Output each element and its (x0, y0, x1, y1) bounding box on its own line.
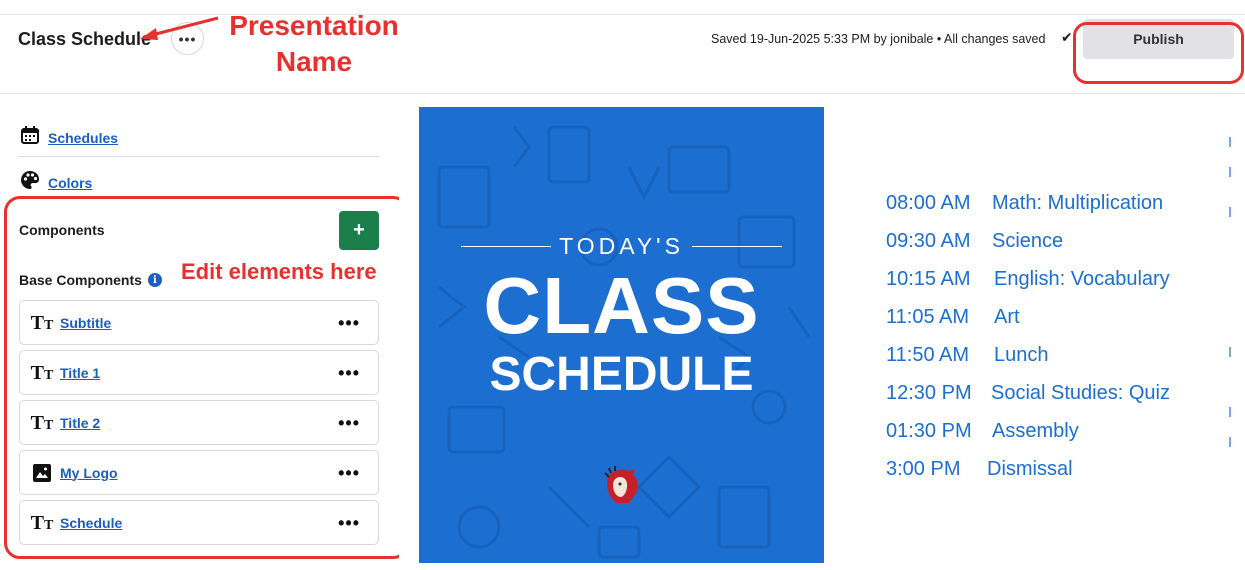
component-row-subtitle[interactable]: TT Subtitle ••• (19, 300, 379, 345)
component-label[interactable]: Title 1 (60, 365, 100, 381)
subtitle-rule-right (692, 246, 782, 247)
component-label[interactable]: My Logo (60, 465, 118, 481)
schedule-time: 11:05 AM (886, 306, 970, 328)
schedule-time: 3:00 PM (886, 458, 961, 480)
text-icon: TT (30, 361, 54, 384)
schedule-time: 09:30 AM (886, 230, 971, 252)
base-components-title: Base Components i (19, 272, 162, 288)
annotation-arrow (140, 16, 219, 40)
text-icon: TT (30, 511, 54, 534)
sidebar-item-colors[interactable]: Colors (20, 170, 92, 195)
text-icon: TT (30, 311, 54, 334)
schedule-item: Lunch (994, 344, 1049, 366)
schedule-time: 01:30 PM (886, 420, 972, 442)
sidebar-item-label[interactable]: Schedules (48, 130, 118, 146)
schedule-time: 11:50 AM (886, 344, 970, 366)
component-menu-button[interactable]: ••• (338, 413, 360, 434)
sidebar-divider (18, 156, 379, 157)
logo-image[interactable] (599, 463, 643, 507)
saved-status: Saved 19-Jun-2025 5:33 PM by jonibale • … (711, 32, 1046, 46)
schedule-row[interactable]: 10:15 AM English: Vocabulary (886, 268, 1170, 291)
schedule-time: 10:15 AM (886, 268, 971, 290)
next-slide-edge (1229, 107, 1245, 563)
schedule-row[interactable]: 01:30 PM Assembly (886, 420, 1079, 443)
schedule-item: Dismissal (987, 458, 1073, 480)
schedule-item: Math: Multiplication (992, 192, 1164, 214)
sidebar-item-schedules[interactable]: Schedules (20, 125, 118, 150)
schedule-time: 12:30 PM (886, 382, 972, 404)
component-label[interactable]: Subtitle (60, 315, 111, 331)
sidebar-item-label[interactable]: Colors (48, 175, 92, 191)
schedule-time: 08:00 AM (886, 192, 971, 214)
publish-highlight-ring (1073, 22, 1244, 84)
base-components-label: Base Components (19, 272, 142, 288)
component-menu-button[interactable]: ••• (338, 313, 360, 334)
component-menu-button[interactable]: ••• (338, 463, 360, 484)
schedule-row[interactable]: 3:00 PM Dismissal (886, 458, 1073, 481)
component-label[interactable]: Schedule (60, 515, 122, 531)
palette-icon (20, 170, 40, 195)
component-row-title-1[interactable]: TT Title 1 ••• (19, 350, 379, 395)
schedule-item: Art (994, 306, 1020, 328)
schedule-row[interactable]: 12:30 PM Social Studies: Quiz (886, 382, 1170, 405)
components-title: Components (19, 222, 105, 238)
schedule-item: Social Studies: Quiz (991, 382, 1170, 404)
annotation-presentation-name: Presentation Name (229, 10, 399, 77)
image-icon (31, 463, 53, 482)
check-icon: ✔ (1061, 29, 1073, 45)
annotation-edit-elements: Edit elements here (181, 259, 377, 284)
schedule-row[interactable]: 11:50 AM Lunch (886, 344, 1049, 367)
calendar-icon (20, 125, 40, 150)
component-row-title-2[interactable]: TT Title 2 ••• (19, 400, 379, 445)
add-component-button[interactable]: + (339, 211, 379, 250)
schedule-row[interactable]: 08:00 AM Math: Multiplication (886, 192, 1163, 215)
component-menu-button[interactable]: ••• (338, 363, 360, 384)
schedule-row[interactable]: 09:30 AM Science (886, 230, 1063, 253)
schedule-row[interactable]: 11:05 AM Art (886, 306, 1020, 329)
slide-title-panel[interactable]: TODAY'S CLASS SCHEDULE (419, 107, 824, 563)
component-row-schedule[interactable]: TT Schedule ••• (19, 500, 379, 545)
component-label[interactable]: Title 2 (60, 415, 100, 431)
info-icon[interactable]: i (147, 273, 162, 287)
schedule-item: English: Vocabulary (994, 268, 1170, 290)
schedule-item: Assembly (992, 420, 1079, 442)
component-menu-button[interactable]: ••• (338, 513, 360, 534)
slide-title-2[interactable]: SCHEDULE (419, 351, 824, 399)
text-icon: TT (30, 411, 54, 434)
presentation-title[interactable]: Class Schedule (18, 29, 151, 50)
slide-schedule-panel[interactable] (824, 107, 1230, 563)
slide-title-1[interactable]: CLASS (419, 266, 824, 346)
schedule-item: Science (992, 230, 1064, 252)
component-row-my-logo[interactable]: My Logo ••• (19, 450, 379, 495)
